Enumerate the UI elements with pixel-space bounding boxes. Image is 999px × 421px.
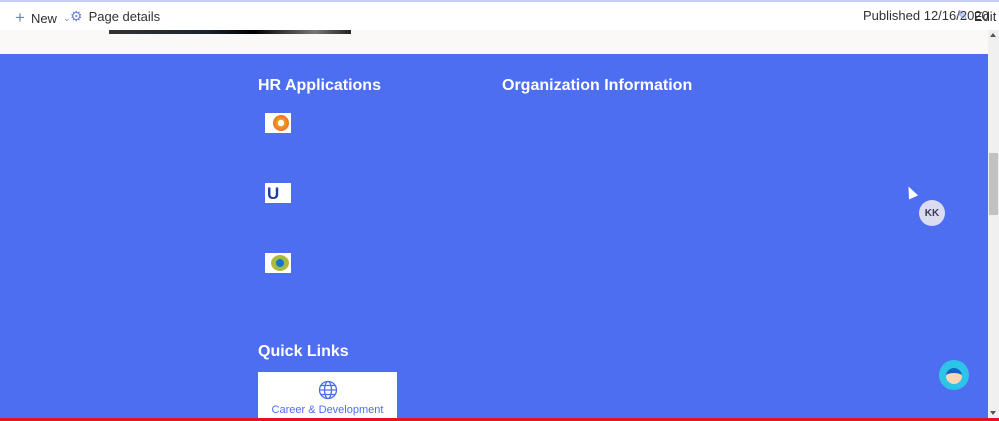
user-avatar[interactable]: KK (919, 200, 945, 226)
pencil-icon: ✎ (957, 8, 968, 23)
quick-link-label: Career & Development (271, 404, 384, 416)
blue-section (0, 54, 988, 418)
edit-button[interactable]: ✎ Edit (957, 8, 996, 24)
edit-label: Edit (973, 8, 997, 24)
page-details-label: Page details (88, 9, 161, 24)
app-logo-icon (273, 115, 289, 131)
org-info-heading: Organization Information (502, 77, 693, 94)
image-bottom-edge (109, 30, 351, 34)
hr-app-link-1[interactable] (265, 113, 291, 133)
scroll-down-arrow[interactable] (990, 411, 996, 415)
plus-icon: + (15, 8, 25, 27)
new-label: New (30, 10, 57, 26)
scroll-up-arrow[interactable] (990, 33, 996, 37)
hr-app-link-3[interactable] (265, 253, 291, 273)
hr-app-link-2[interactable]: U (265, 183, 291, 203)
vertical-scrollbar[interactable] (988, 30, 999, 418)
app-logo-icon (271, 255, 289, 271)
new-button[interactable]: + New ⌄ (15, 8, 71, 28)
quick-links-heading: Quick Links (258, 343, 349, 360)
globe-icon (318, 380, 337, 400)
gear-icon: ⚙ (70, 8, 83, 24)
page-details-button[interactable]: ⚙ Page details (70, 8, 160, 25)
scrollbar-thumb[interactable] (989, 153, 998, 215)
app-logo-icon: U (267, 184, 280, 203)
hr-applications-heading: HR Applications (258, 77, 381, 94)
bot-face-icon (946, 368, 962, 384)
command-bar: + New ⌄ ⚙ Page details Published 12/16/2… (0, 2, 999, 30)
chatbot-avatar-button[interactable] (939, 360, 969, 390)
quick-link-career-development[interactable]: Career & Development (258, 372, 397, 420)
